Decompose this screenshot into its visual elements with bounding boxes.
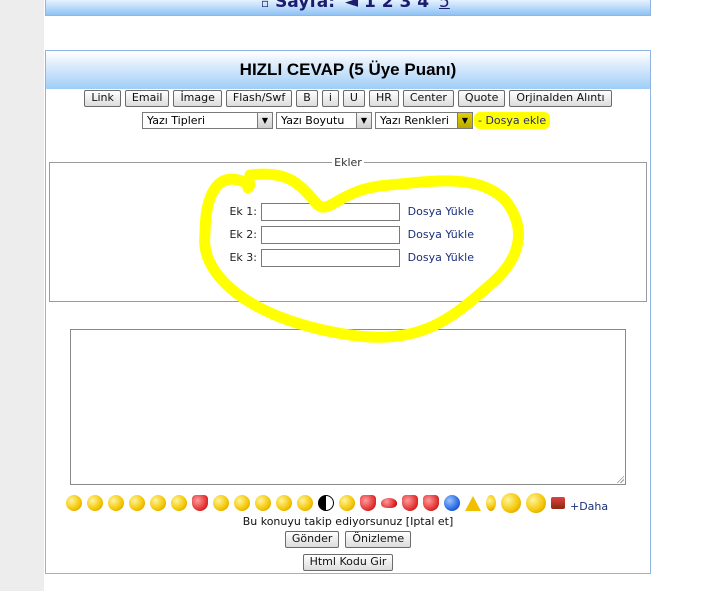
panel-title: HIZLI CEVAP (5 Üye Puanı) bbox=[46, 51, 650, 89]
warning-icon[interactable] bbox=[465, 495, 481, 511]
angry-icon[interactable] bbox=[192, 495, 208, 511]
attachment-row: Ek 1: Dosya Yükle bbox=[225, 203, 474, 221]
html-code-button[interactable]: Html Kodu Gir bbox=[302, 554, 394, 571]
italic-button[interactable]: i bbox=[321, 90, 339, 107]
shocked-icon[interactable] bbox=[297, 495, 313, 511]
pagination-panel: ▫ Sayfa: ◄ 1 2 3 4 5 bbox=[45, 0, 651, 16]
confused-icon[interactable] bbox=[234, 495, 250, 511]
chevron-down-icon: ▼ bbox=[457, 113, 472, 128]
format-selects: Yazı Tipleri ▼ Yazı Boyutu ▼ Yazı Renkle… bbox=[142, 112, 551, 129]
quick-reply-panel: HIZLI CEVAP (5 Üye Puanı) Link Email İmage… bbox=[45, 50, 651, 574]
page-icon: ▫ bbox=[261, 0, 270, 10]
pagination: ▫ Sayfa: ◄ 1 2 3 4 5 bbox=[261, 0, 450, 12]
quote-button[interactable]: Quote bbox=[457, 90, 506, 107]
kiss-lips-icon[interactable] bbox=[381, 498, 397, 508]
upload-file-link[interactable]: Dosya Yükle bbox=[408, 249, 474, 267]
format-toolbar: Link Email İmage Flash/Swf Bi U HR Center Quote O… bbox=[46, 90, 650, 107]
cake-icon[interactable] bbox=[551, 497, 565, 509]
broken-heart-icon[interactable] bbox=[423, 495, 439, 511]
happy-icon[interactable] bbox=[150, 495, 166, 511]
follow-status[interactable]: Bu konuyu takip ediyorsunuz [Iptal et] bbox=[46, 515, 650, 528]
thumbs-down-icon[interactable] bbox=[276, 495, 292, 511]
underline-button[interactable]: U bbox=[342, 90, 365, 107]
upload-file-link[interactable]: Dosya Yükle bbox=[408, 203, 474, 221]
attachment-row: Ek 3: Dosya Yükle bbox=[225, 249, 474, 267]
send-button[interactable]: Gönder bbox=[284, 531, 340, 548]
pagination-label: Sayfa: bbox=[275, 0, 336, 12]
font-select-value: Yazı Tipleri bbox=[147, 114, 206, 127]
quote-original-button[interactable]: Orjinalden Alıntı bbox=[509, 90, 612, 107]
smiley-bar: +Daha bbox=[66, 493, 608, 515]
size-select[interactable]: Yazı Boyutu ▼ bbox=[276, 112, 372, 129]
font-select[interactable]: Yazı Tipleri ▼ bbox=[142, 112, 273, 129]
more-smileys-link[interactable]: +Daha bbox=[570, 500, 608, 513]
attachment-2-input[interactable] bbox=[260, 226, 400, 244]
message-textarea[interactable] bbox=[70, 329, 626, 485]
left-gutter bbox=[0, 0, 44, 591]
preview-button[interactable]: Önizleme bbox=[345, 531, 412, 548]
page-link-4[interactable]: 4 bbox=[417, 0, 429, 12]
heart-icon[interactable] bbox=[402, 495, 418, 511]
bold-button[interactable]: B bbox=[296, 90, 318, 107]
color-select[interactable]: Yazı Renkleri ▼ bbox=[375, 112, 473, 129]
image-button[interactable]: İmage bbox=[173, 90, 222, 107]
chef-icon[interactable] bbox=[526, 493, 546, 513]
smile-icon[interactable] bbox=[66, 495, 82, 511]
email-button[interactable]: Email bbox=[124, 90, 170, 107]
wink-icon[interactable] bbox=[87, 495, 103, 511]
flash-button[interactable]: Flash/Swf bbox=[225, 90, 293, 107]
current-page[interactable]: 5 bbox=[439, 0, 450, 12]
tongue-icon[interactable] bbox=[213, 495, 229, 511]
attachment-3-input[interactable] bbox=[260, 249, 400, 267]
attachment-1-input[interactable] bbox=[260, 203, 400, 221]
add-file-link[interactable]: - Dosya ekle bbox=[474, 112, 551, 129]
radioactive-icon[interactable] bbox=[339, 495, 355, 511]
thumbs-up-icon[interactable] bbox=[255, 495, 271, 511]
attachment-label: Ek 1: bbox=[229, 205, 257, 218]
attachments-legend: Ekler bbox=[332, 156, 364, 169]
attachment-row: Ek 2: Dosya Yükle bbox=[225, 226, 474, 244]
sad-icon[interactable] bbox=[171, 495, 187, 511]
attachment-label: Ek 2: bbox=[229, 228, 257, 241]
html-button-row: Html Kodu Gir bbox=[46, 554, 650, 571]
chevron-down-icon: ▼ bbox=[257, 113, 272, 128]
cool-icon[interactable] bbox=[501, 493, 521, 513]
prev-page-arrow-icon[interactable]: ◄ bbox=[345, 0, 358, 12]
hr-button[interactable]: HR bbox=[368, 90, 399, 107]
page-link-1[interactable]: 1 bbox=[364, 0, 376, 12]
upload-file-link[interactable]: Dosya Yükle bbox=[408, 226, 474, 244]
attachments-fieldset: Ekler Ek 1: Dosya Yükle Ek 2: Dosya Yükl… bbox=[49, 156, 647, 302]
link-button[interactable]: Link bbox=[84, 90, 121, 107]
devil-icon[interactable] bbox=[360, 495, 376, 511]
surprised-icon[interactable] bbox=[108, 495, 124, 511]
idea-bulb-icon[interactable] bbox=[486, 495, 496, 511]
page-link-2[interactable]: 2 bbox=[382, 0, 394, 12]
color-select-value: Yazı Renkleri bbox=[380, 114, 449, 127]
size-select-value: Yazı Boyutu bbox=[281, 114, 345, 127]
page-link-3[interactable]: 3 bbox=[399, 0, 411, 12]
yin-yang-icon[interactable] bbox=[318, 495, 334, 511]
grin-icon[interactable] bbox=[129, 495, 145, 511]
resize-grip-icon[interactable] bbox=[616, 475, 624, 483]
attachment-label: Ek 3: bbox=[229, 251, 257, 264]
question-icon[interactable] bbox=[444, 495, 460, 511]
action-buttons: Gönder Önizleme bbox=[46, 531, 650, 548]
chevron-down-icon: ▼ bbox=[356, 113, 371, 128]
center-button[interactable]: Center bbox=[402, 90, 454, 107]
